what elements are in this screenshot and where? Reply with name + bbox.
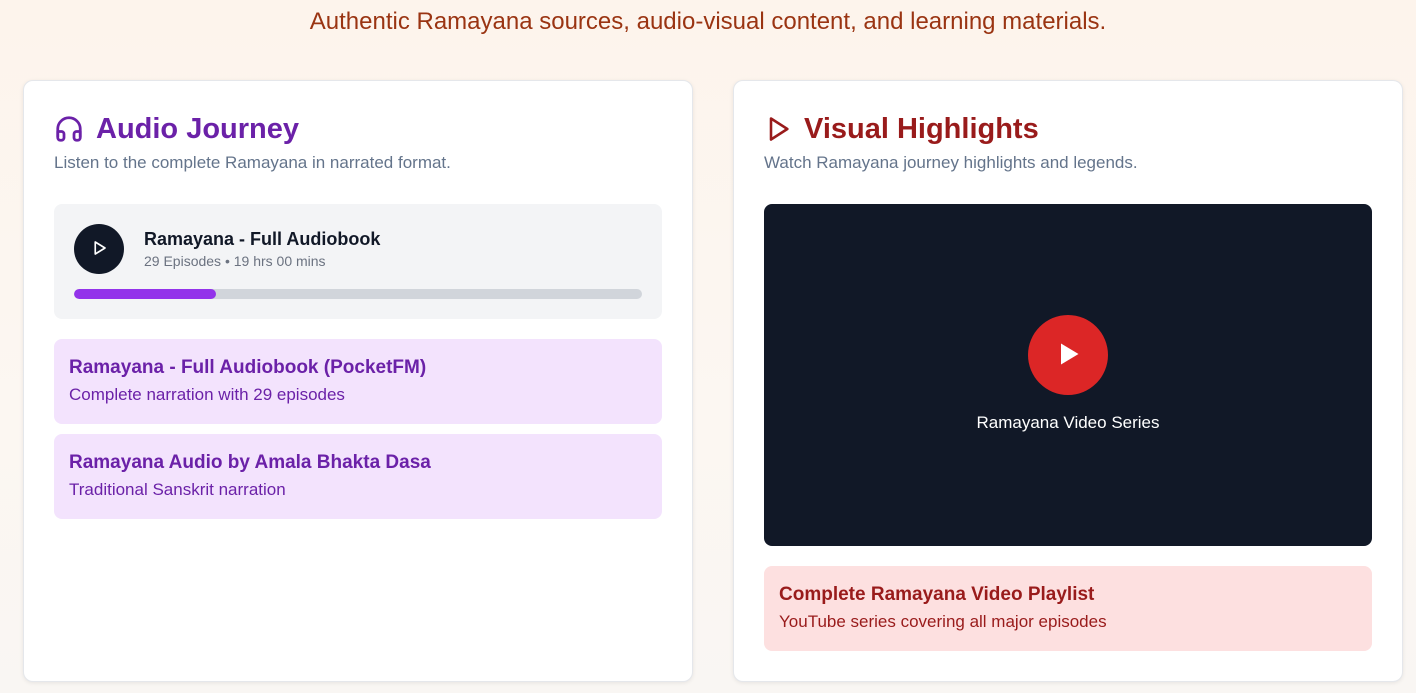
audio-link-title: Ramayana - Full Audiobook (PocketFM) xyxy=(69,357,427,378)
visual-highlights-title: Visual Highlights xyxy=(804,112,1039,145)
audio-journey-card: Audio Journey Listen to the complete Ram… xyxy=(23,80,693,682)
audio-journey-heading: Audio Journey xyxy=(54,111,299,147)
audio-progress-bar[interactable] xyxy=(74,289,642,299)
audio-link-amala-bhakta-dasa[interactable]: Ramayana Audio by Amala Bhakta Dasa Trad… xyxy=(54,434,662,519)
video-play-button[interactable] xyxy=(1028,315,1108,395)
video-player[interactable]: Ramayana Video Series xyxy=(764,204,1372,546)
video-caption: Ramayana Video Series xyxy=(976,413,1160,432)
player-track-title: Ramayana - Full Audiobook xyxy=(144,229,381,249)
audio-journey-title: Audio Journey xyxy=(96,112,300,145)
play-icon xyxy=(1054,340,1082,371)
visual-highlights-card: Visual Highlights Watch Ramayana journey… xyxy=(733,80,1403,682)
headphones-icon xyxy=(54,114,84,144)
audio-link-desc: Complete narration with 29 episodes xyxy=(69,385,345,404)
video-link-title: Complete Ramayana Video Playlist xyxy=(779,584,1095,605)
visual-highlights-subtitle: Watch Ramayana journey highlights and le… xyxy=(764,153,1138,172)
audio-progress-fill xyxy=(74,289,216,299)
audio-player: Ramayana - Full Audiobook 29 Episodes • … xyxy=(54,204,662,319)
audio-link-pocketfm[interactable]: Ramayana - Full Audiobook (PocketFM) Com… xyxy=(54,339,662,424)
visual-highlights-heading: Visual Highlights xyxy=(764,111,1039,147)
audio-journey-subtitle: Listen to the complete Ramayana in narra… xyxy=(54,153,451,172)
audio-link-desc: Traditional Sanskrit narration xyxy=(69,480,286,499)
player-track-meta: 29 Episodes • 19 hrs 00 mins xyxy=(144,253,326,269)
audio-link-title: Ramayana Audio by Amala Bhakta Dasa xyxy=(69,452,431,473)
page-tagline: Authentic Ramayana sources, audio-visual… xyxy=(309,8,1107,35)
play-icon xyxy=(90,239,108,260)
video-playlist-link[interactable]: Complete Ramayana Video Playlist YouTube… xyxy=(764,566,1372,651)
audio-play-button[interactable] xyxy=(74,224,124,274)
play-icon xyxy=(764,115,792,143)
video-link-desc: YouTube series covering all major episod… xyxy=(779,612,1107,631)
